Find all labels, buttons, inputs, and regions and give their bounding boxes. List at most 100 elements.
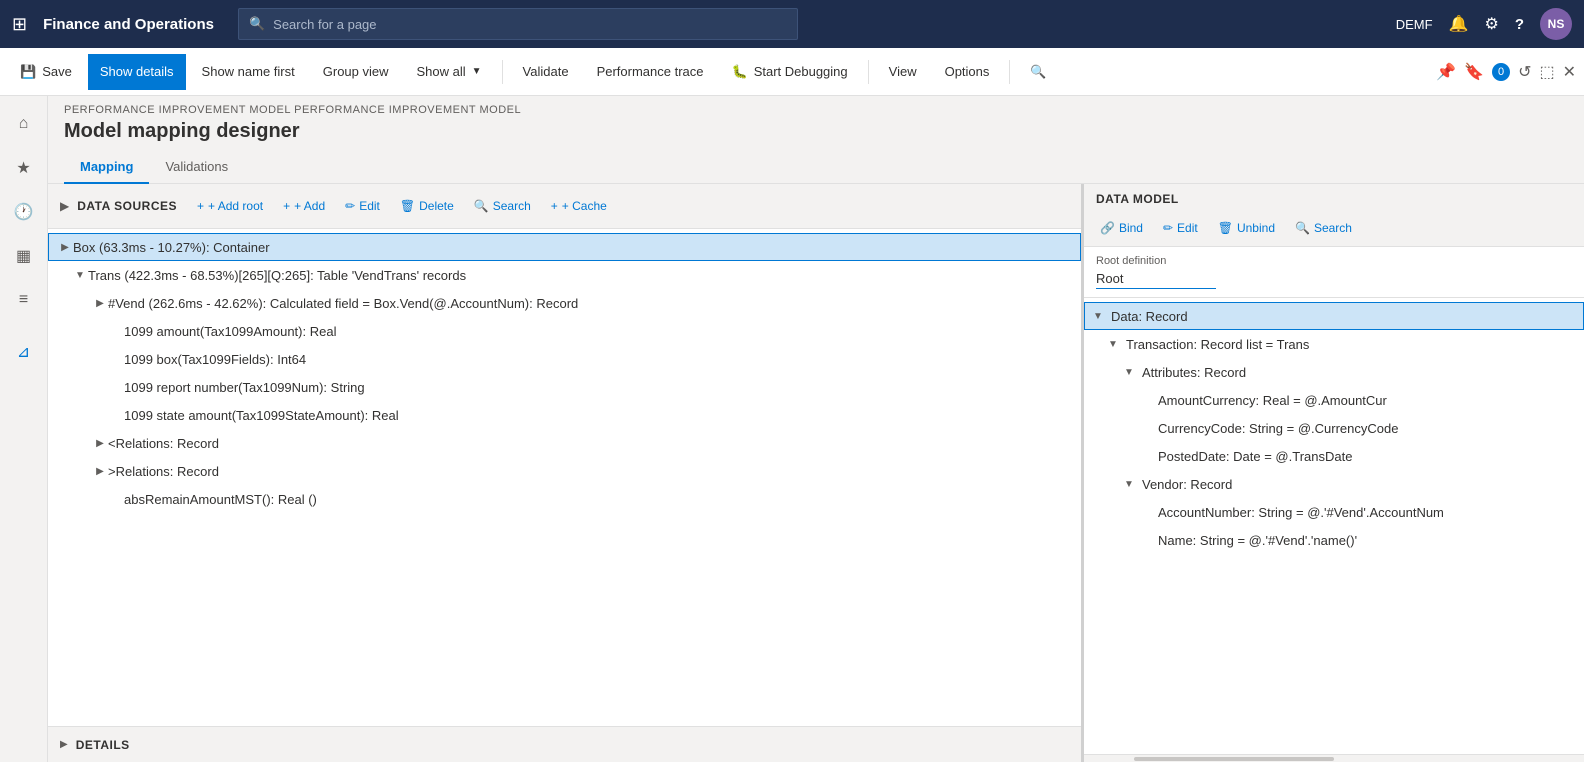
dm-item-accountnumber[interactable]: ▶ AccountNumber: String = @.'#Vend'.Acco…: [1084, 498, 1584, 526]
performance-trace-button[interactable]: Performance trace: [585, 54, 716, 90]
global-search-bar[interactable]: 🔍 Search for a page: [238, 8, 798, 40]
details-title: DETAILS: [76, 738, 130, 752]
search-cmd-button[interactable]: 🔍: [1018, 54, 1058, 90]
root-def-label: Root definition: [1096, 255, 1572, 267]
save-button[interactable]: 💾 Save: [8, 54, 84, 90]
tab-mapping[interactable]: Mapping: [64, 151, 149, 184]
command-bar: 💾 Save Show details Show name first Grou…: [0, 48, 1584, 96]
search-button[interactable]: 🔍 Search: [466, 192, 539, 220]
data-sources-header: ▶ DATA SOURCES + + Add root + + Add ✏ Ed…: [48, 184, 1081, 229]
sidebar-item-recent[interactable]: 🕐: [4, 192, 44, 232]
bookmark-icon[interactable]: 🔖: [1464, 62, 1484, 82]
sidebar-item-modules[interactable]: ≡: [4, 280, 44, 320]
app-name: Finance and Operations: [43, 16, 214, 33]
data-sources-title: DATA SOURCES: [77, 199, 177, 213]
edit-button[interactable]: ✏ Edit: [337, 192, 388, 220]
start-debugging-button[interactable]: 🐛 Start Debugging: [720, 54, 860, 90]
bell-icon[interactable]: 🔔: [1449, 14, 1469, 34]
tree-item-vend[interactable]: ▶ #Vend (262.6ms - 42.62%): Calculated f…: [48, 289, 1081, 317]
app-grid-icon[interactable]: ⊞: [12, 14, 27, 35]
gear-icon[interactable]: ⚙: [1484, 14, 1498, 34]
view-button[interactable]: View: [877, 54, 929, 90]
data-sources-pane: ▶ DATA SOURCES + + Add root + + Add ✏ Ed…: [48, 184, 1084, 762]
help-icon[interactable]: ?: [1515, 16, 1524, 33]
trash-icon: 🗑: [400, 199, 415, 213]
dm-expand-icon-attributes: ▼: [1124, 367, 1140, 378]
cache-icon: +: [551, 199, 558, 213]
badge-count: 0: [1492, 63, 1510, 81]
data-sources-toggle[interactable]: ▶: [60, 199, 69, 213]
tree-item-trans[interactable]: ▼ Trans (422.3ms - 68.53%)[265][Q:265]: …: [48, 261, 1081, 289]
add-root-button[interactable]: + + Add root: [189, 192, 271, 220]
user-avatar[interactable]: NS: [1540, 8, 1572, 40]
dm-item-data[interactable]: ▼ Data: Record: [1084, 302, 1584, 330]
add-root-icon: +: [197, 199, 204, 213]
data-model-tree: ▼ Data: Record ▼ Transaction: Record lis…: [1084, 298, 1584, 754]
add-icon: +: [283, 199, 290, 213]
main-layout: ⌂ ★ 🕐 ▦ ≡ ⊿ PERFORMANCE IMPROVEMENT MODE…: [0, 96, 1584, 762]
expand-icon-vend: ▶: [92, 295, 108, 311]
tree-item-box[interactable]: ▶ Box (63.3ms - 10.27%): Container: [48, 233, 1081, 261]
validate-button[interactable]: Validate: [511, 54, 581, 90]
sidebar-item-workspaces[interactable]: ▦: [4, 236, 44, 276]
left-sidebar: ⌂ ★ 🕐 ▦ ≡ ⊿: [0, 96, 48, 762]
dm-edit-button[interactable]: ✏ Edit: [1155, 214, 1206, 242]
group-view-button[interactable]: Group view: [311, 54, 401, 90]
unbind-icon: 🗑: [1218, 221, 1233, 235]
expand-icon-relationsgt: ▶: [92, 463, 108, 479]
close-icon[interactable]: ✕: [1563, 62, 1576, 82]
save-icon: 💾: [20, 64, 36, 80]
bind-button[interactable]: 🔗 Bind: [1092, 214, 1151, 242]
unbind-button[interactable]: 🗑 Unbind: [1210, 214, 1283, 242]
tree-item-reportnum[interactable]: ▶ 1099 report number(Tax1099Num): String: [48, 373, 1081, 401]
edit-icon: ✏: [345, 199, 355, 213]
sidebar-item-home[interactable]: ⌂: [4, 104, 44, 144]
dm-item-attributes[interactable]: ▼ Attributes: Record: [1084, 358, 1584, 386]
details-toggle[interactable]: ▶: [60, 739, 68, 750]
dm-item-transaction[interactable]: ▼ Transaction: Record list = Trans: [1084, 330, 1584, 358]
data-model-toolbar: 🔗 Bind ✏ Edit 🗑 Unbind 🔍 Search: [1084, 210, 1584, 247]
add-button[interactable]: + + Add: [275, 192, 333, 220]
search-icon: 🔍: [474, 199, 489, 213]
tree-item-relationsgt[interactable]: ▶ >Relations: Record: [48, 457, 1081, 485]
sidebar-item-filter[interactable]: ⊿: [4, 332, 44, 372]
show-all-button[interactable]: Show all ▼: [405, 54, 494, 90]
delete-button[interactable]: 🗑 Delete: [392, 192, 462, 220]
tab-validations[interactable]: Validations: [149, 151, 244, 184]
expand-icon-box: ▶: [57, 239, 73, 255]
cache-button[interactable]: + + Cache: [543, 192, 615, 220]
separator-1: [502, 60, 503, 84]
options-button[interactable]: Options: [933, 54, 1002, 90]
dm-item-amountcurrency[interactable]: ▶ AmountCurrency: Real = @.AmountCur: [1084, 386, 1584, 414]
dm-expand-icon-transaction: ▼: [1108, 339, 1124, 350]
open-icon[interactable]: ⬚: [1539, 62, 1554, 82]
breadcrumb: PERFORMANCE IMPROVEMENT MODEL PERFORMANC…: [48, 96, 1584, 118]
tree-item-box1099[interactable]: ▶ 1099 box(Tax1099Fields): Int64: [48, 345, 1081, 373]
tabs: Mapping Validations: [48, 151, 1584, 184]
dm-search-button[interactable]: 🔍 Search: [1287, 214, 1360, 242]
separator-2: [868, 60, 869, 84]
tree-item-stateamount[interactable]: ▶ 1099 state amount(Tax1099StateAmount):…: [48, 401, 1081, 429]
refresh-icon[interactable]: ↺: [1518, 62, 1531, 82]
environment-label: DEMF: [1396, 17, 1433, 32]
top-right-icons: DEMF 🔔 ⚙ ? NS: [1396, 8, 1572, 40]
show-details-button[interactable]: Show details: [88, 54, 186, 90]
horizontal-scrollbar[interactable]: [1084, 754, 1584, 762]
sidebar-item-favorites[interactable]: ★: [4, 148, 44, 188]
tree-item-absremain[interactable]: ▶ absRemainAmountMST(): Real (): [48, 485, 1081, 513]
dm-item-posteddate[interactable]: ▶ PostedDate: Date = @.TransDate: [1084, 442, 1584, 470]
search-cmd-icon: 🔍: [1030, 64, 1046, 80]
root-definition-section: Root definition Root: [1084, 247, 1584, 298]
dm-item-name[interactable]: ▶ Name: String = @.'#Vend'.'name()': [1084, 526, 1584, 554]
data-model-title: DATA MODEL: [1084, 184, 1584, 210]
tree-item-amount1099[interactable]: ▶ 1099 amount(Tax1099Amount): Real: [48, 317, 1081, 345]
dm-expand-icon-data: ▼: [1093, 311, 1109, 322]
tree-item-relationslt[interactable]: ▶ <Relations: Record: [48, 429, 1081, 457]
split-panel: ▶ DATA SOURCES + + Add root + + Add ✏ Ed…: [48, 184, 1584, 762]
dm-item-vendor[interactable]: ▼ Vendor: Record: [1084, 470, 1584, 498]
show-name-first-button[interactable]: Show name first: [190, 54, 307, 90]
root-def-value: Root: [1096, 271, 1216, 289]
pin-icon[interactable]: 📌: [1436, 62, 1456, 82]
dm-item-currencycode[interactable]: ▶ CurrencyCode: String = @.CurrencyCode: [1084, 414, 1584, 442]
separator-3: [1009, 60, 1010, 84]
